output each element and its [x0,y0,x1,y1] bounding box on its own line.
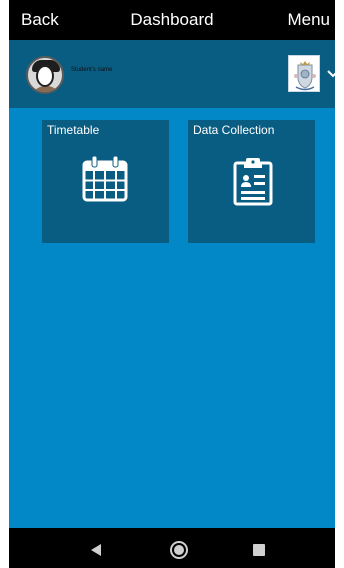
chevron-down-icon[interactable] [326,66,335,78]
avatar-face [36,65,54,87]
user-header [9,40,335,108]
app-screen: Back Dashboard Menu Student's name Timet… [9,0,335,568]
data-collection-tile[interactable]: Data Collection [188,120,315,243]
page-title: Dashboard [130,10,214,29]
avatar[interactable] [26,56,64,94]
avatar-shoulders [31,86,61,92]
data-collection-tile-label: Data Collection [193,123,275,137]
student-name: Student's name [71,67,113,73]
recents-square-icon[interactable] [252,543,266,557]
back-triangle-icon[interactable] [90,543,102,557]
menu-button[interactable]: Menu [287,10,330,30]
home-circle-icon[interactable] [169,540,189,560]
calendar-icon [82,155,128,202]
school-crest-icon [294,61,316,91]
chevron-down-glyph [327,70,335,78]
school-logo-icon[interactable] [288,55,320,92]
timetable-tile-label: Timetable [47,123,100,137]
system-navigation-bar [9,528,335,568]
timetable-tile[interactable]: Timetable [42,120,169,243]
clipboard-icon [233,158,273,206]
top-app-bar: Back Dashboard Menu [9,0,335,40]
